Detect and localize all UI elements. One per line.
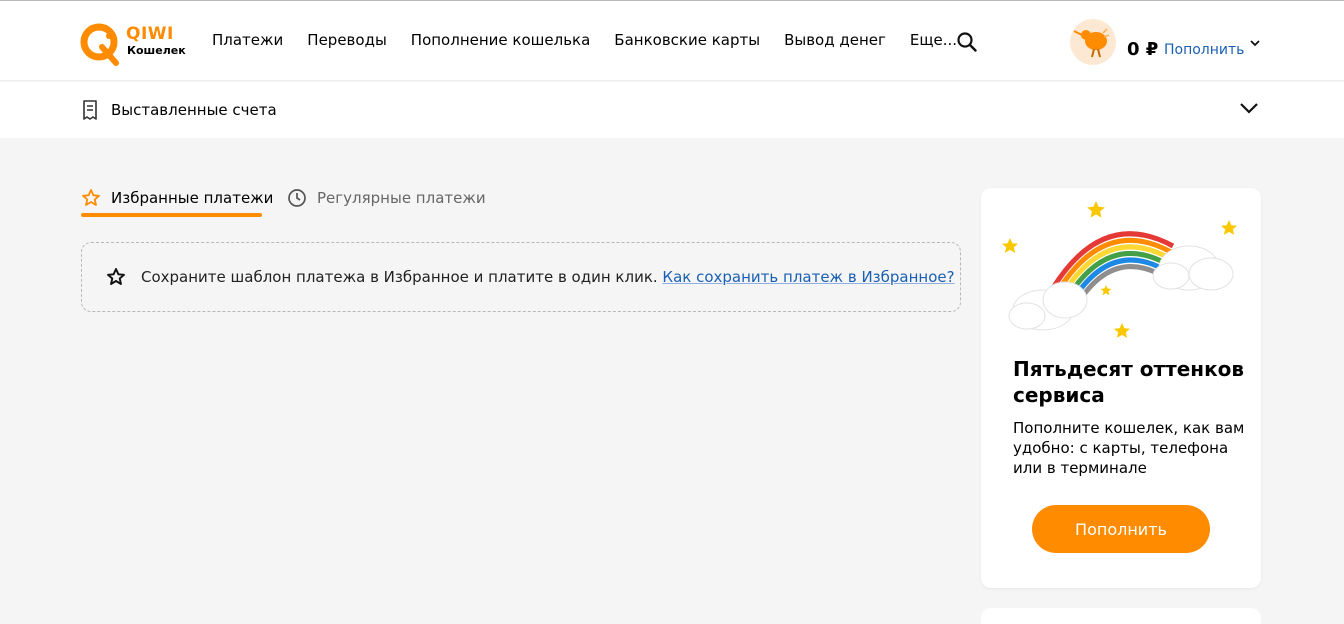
hint-text: Сохраните шаблон платежа в Избранное и п… xyxy=(141,268,955,286)
tab-favorite-payments[interactable]: Избранные платежи xyxy=(81,186,273,210)
promo-title: Пятьдесят оттенков сервиса xyxy=(1013,357,1245,407)
receipt-icon xyxy=(83,100,97,120)
active-tab-indicator xyxy=(81,213,262,217)
topup-button[interactable]: Пополнить xyxy=(1032,505,1210,553)
tab-label: Регулярные платежи xyxy=(317,189,486,207)
chevron-down-icon[interactable] xyxy=(1249,37,1261,49)
tab-label: Избранные платежи xyxy=(111,189,274,207)
star-icon xyxy=(82,189,100,206)
user-avatar[interactable] xyxy=(1070,19,1116,65)
top-header: QIWI Кошелек Платежи Переводы Пополнение… xyxy=(0,1,1344,81)
qiwi-logo[interactable]: QIWI Кошелек xyxy=(80,21,186,67)
how-to-save-link[interactable]: Как сохранить платеж в Избранное? xyxy=(662,268,954,286)
main-nav: Платежи Переводы Пополнение кошелька Бан… xyxy=(212,31,981,49)
favorites-empty-hint: Сохраните шаблон платежа в Избранное и п… xyxy=(81,242,961,312)
chevron-down-icon[interactable] xyxy=(1238,100,1260,116)
search-icon[interactable] xyxy=(956,31,978,53)
wallet-balance: 0 ₽ xyxy=(1127,39,1159,60)
promo-card: Пятьдесят оттенков сервиса Пополните кош… xyxy=(981,188,1261,588)
logo-subtitle: Кошелек xyxy=(127,44,186,57)
promo-description: Пополните кошелек, как вам удобно: с кар… xyxy=(1013,419,1245,477)
nav-item-bank-cards[interactable]: Банковские карты xyxy=(614,31,760,49)
hint-message: Сохраните шаблон платежа в Избранное и п… xyxy=(141,268,663,286)
rainbow-illustration xyxy=(1002,201,1237,338)
tab-regular-payments[interactable]: Регулярные платежи xyxy=(287,186,486,210)
logo-wordmark: QIWI xyxy=(126,24,174,44)
nav-item-more[interactable]: Еще... xyxy=(910,31,957,49)
nav-item-transfers[interactable]: Переводы xyxy=(307,31,387,49)
nav-item-wallet-topup[interactable]: Пополнение кошелька xyxy=(411,31,591,49)
invoices-label: Выставленные счета xyxy=(111,101,277,119)
kiwi-bird-icon xyxy=(1073,28,1110,58)
header-topup-link[interactable]: Пополнить xyxy=(1164,42,1244,58)
clock-icon xyxy=(288,189,306,207)
secondary-card xyxy=(981,608,1261,624)
invoices-bar[interactable]: Выставленные счета xyxy=(0,82,1344,138)
nav-item-payments[interactable]: Платежи xyxy=(212,31,283,49)
star-icon xyxy=(107,268,125,285)
qiwi-q-icon xyxy=(80,23,119,66)
nav-item-withdraw[interactable]: Вывод денег xyxy=(784,31,886,49)
